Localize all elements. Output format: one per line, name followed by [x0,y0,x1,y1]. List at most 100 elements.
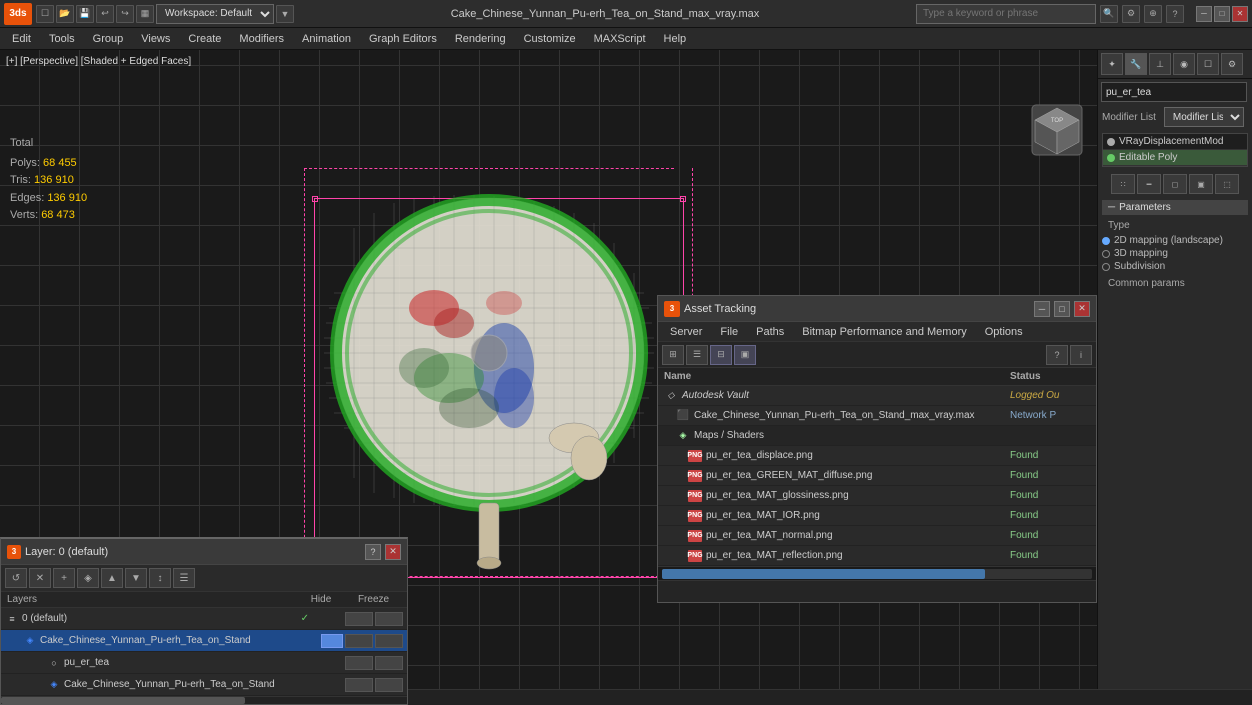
new-file-icon[interactable]: ☐ [36,5,54,23]
asset-row-maps[interactable]: ◈ Maps / Shaders [658,426,1096,446]
menu-views[interactable]: Views [133,31,178,47]
menu-rendering[interactable]: Rendering [447,31,514,47]
motion-icon[interactable]: ◉ [1173,53,1195,75]
layers-view-btn[interactable]: ☰ [173,568,195,588]
asset-menu-server[interactable]: Server [662,325,710,339]
layers-scrollbar[interactable] [1,696,407,704]
asset-menu-paths[interactable]: Paths [748,325,792,339]
corner-cube[interactable]: TOP [1027,100,1087,160]
render-setup-icon[interactable]: ▦ [136,5,154,23]
poly-btn[interactable]: ▣ [1189,174,1213,194]
minimize-button[interactable]: ─ [1196,6,1212,22]
asset-maximize-btn[interactable]: □ [1054,301,1070,317]
redo-icon[interactable]: ↪ [116,5,134,23]
radio-3d[interactable] [1102,250,1110,258]
display-icon[interactable]: ☐ [1197,53,1219,75]
asset-btn-2[interactable]: ☰ [686,345,708,365]
asset-menu-options[interactable]: Options [977,325,1031,339]
utilities-icon[interactable]: ⚙ [1221,53,1243,75]
asset-btn-4[interactable]: ▣ [734,345,756,365]
menu-customize[interactable]: Customize [516,31,584,47]
verts-stat: Verts: 68 473 [10,207,87,225]
border-btn[interactable]: ◻ [1163,174,1187,194]
asset-file-icon: ⬛ [676,409,690,423]
layers-help-button[interactable]: ? [365,544,381,560]
layers-close-button[interactable]: ✕ [385,544,401,560]
menu-help[interactable]: Help [656,31,695,47]
search-input[interactable] [916,4,1096,24]
layer-box-freeze2[interactable] [375,634,403,648]
asset-png-icon-2: PNG [688,470,702,482]
menu-edit[interactable]: Edit [4,31,39,47]
save-icon[interactable]: 💾 [76,5,94,23]
menu-graph-editors[interactable]: Graph Editors [361,31,445,47]
undo-icon[interactable]: ↩ [96,5,114,23]
menu-group[interactable]: Group [85,31,132,47]
layer-row-cake2[interactable]: ◈ Cake_Chinese_Yunnan_Pu-erh_Tea_on_Stan… [1,674,407,696]
layer-box-freeze[interactable] [375,612,403,626]
params-collapse-icon[interactable]: ─ [1108,202,1115,213]
modifier-name-input[interactable] [1101,82,1247,102]
asset-row-cake-file[interactable]: ⬛ Cake_Chinese_Yunnan_Pu-erh_Tea_on_Stan… [658,406,1096,426]
layer-box-hide2[interactable] [345,634,373,648]
asset-reflection-status: Found [1010,550,1090,561]
asset-menu-bitmap[interactable]: Bitmap Performance and Memory [794,325,974,339]
layer-row-default[interactable]: ≡ 0 (default) ✓ [1,608,407,630]
layers-scroll-thumb [1,697,245,704]
modify-icon[interactable]: 🔧 [1125,53,1147,75]
menu-tools[interactable]: Tools [41,31,83,47]
layer-row-puerh[interactable]: ○ pu_er_tea [1,652,407,674]
mapping-3d-row: 3D mapping [1102,248,1248,259]
help-icon[interactable]: ? [1166,5,1184,23]
asset-row-reflection[interactable]: PNG pu_er_tea_MAT_reflection.png Found [658,546,1096,566]
asset-row-normal[interactable]: PNG pu_er_tea_MAT_normal.png Found [658,526,1096,546]
asset-info-btn[interactable]: i [1070,345,1092,365]
layers-up-btn[interactable]: ▲ [101,568,123,588]
mod-item-editpoly[interactable]: Editable Poly [1103,150,1247,166]
modifier-dropdown[interactable]: Modifier List [1164,107,1244,127]
layers-delete-btn[interactable]: ✕ [29,568,51,588]
asset-minimize-btn[interactable]: ─ [1034,301,1050,317]
hierarchy-icon[interactable]: ⊥ [1149,53,1171,75]
layers-select-btn[interactable]: ◈ [77,568,99,588]
layers-move-btn[interactable]: ↕ [149,568,171,588]
layers-add-btn[interactable]: + [53,568,75,588]
layer-box-freeze3[interactable] [375,656,403,670]
radio-2d[interactable] [1102,237,1110,245]
layer-box-hide4[interactable] [345,678,373,692]
asset-row-glossiness[interactable]: PNG pu_er_tea_MAT_glossiness.png Found [658,486,1096,506]
layer-box-hide3[interactable] [345,656,373,670]
element-btn[interactable]: ⬚ [1215,174,1239,194]
asset-row-diffuse[interactable]: PNG pu_er_tea_GREEN_MAT_diffuse.png Foun… [658,466,1096,486]
dropdown-arrow-icon[interactable]: ▼ [276,5,294,23]
layer-row-cake[interactable]: ◈ Cake_Chinese_Yunnan_Pu-erh_Tea_on_Stan… [1,630,407,652]
menu-create[interactable]: Create [180,31,229,47]
menu-maxscript[interactable]: MAXScript [586,31,654,47]
mod-item-vray[interactable]: VRayDisplacementMod [1103,134,1247,150]
tools-icon[interactable]: ⚙ [1122,5,1140,23]
layer-box-freeze4[interactable] [375,678,403,692]
close-button[interactable]: ✕ [1232,6,1248,22]
asset-row-displace[interactable]: PNG pu_er_tea_displace.png Found [658,446,1096,466]
menu-animation[interactable]: Animation [294,31,359,47]
search-icon[interactable]: 🔍 [1100,5,1118,23]
settings-icon[interactable]: ⊕ [1144,5,1162,23]
asset-row-vault[interactable]: ◇ Autodesk Vault Logged Ou [658,386,1096,406]
asset-btn-1[interactable]: ⊞ [662,345,684,365]
menu-modifiers[interactable]: Modifiers [231,31,292,47]
open-file-icon[interactable]: 📂 [56,5,74,23]
maximize-button[interactable]: □ [1214,6,1230,22]
asset-close-btn[interactable]: ✕ [1074,301,1090,317]
vertex-btn[interactable]: ∷ [1111,174,1135,194]
layers-down-btn[interactable]: ▼ [125,568,147,588]
asset-row-ior[interactable]: PNG pu_er_tea_MAT_IOR.png Found [658,506,1096,526]
edge-btn[interactable]: ━ [1137,174,1161,194]
asset-help-btn[interactable]: ? [1046,345,1068,365]
radio-subdivision[interactable] [1102,263,1110,271]
create-icon[interactable]: ✦ [1101,53,1123,75]
layer-box-hide[interactable] [345,612,373,626]
layers-refresh-btn[interactable]: ↺ [5,568,27,588]
asset-menu-file[interactable]: File [712,325,746,339]
workspace-dropdown[interactable]: Workspace: Default [156,4,274,24]
asset-btn-3[interactable]: ⊟ [710,345,732,365]
